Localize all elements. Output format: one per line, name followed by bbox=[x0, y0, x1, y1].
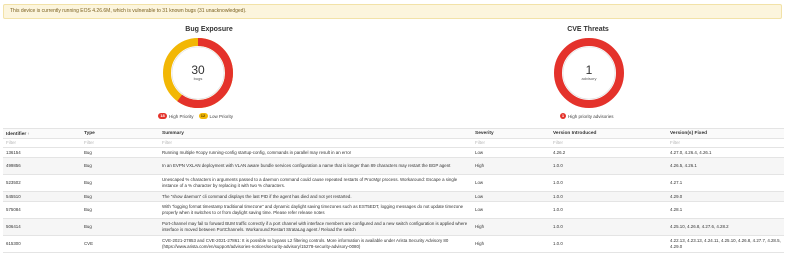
cell-versions-fixed: 4.25.10, 4.26.8, 4.27.6, 4.28.2 bbox=[667, 218, 784, 236]
cell-version-introduced: 1.0.0 bbox=[550, 235, 667, 253]
table-row[interactable]: 506414 Bug Port-channel may fail to forw… bbox=[3, 218, 784, 236]
cell-type: Bug bbox=[81, 147, 159, 158]
column-header-identifier[interactable]: Identifier↑ bbox=[3, 128, 81, 139]
bug-exposure-title: Bug Exposure bbox=[185, 26, 233, 33]
cell-summary: CVE-2021-27853 and CVE-2021-27861: It is… bbox=[159, 235, 472, 253]
cell-version-introduced: 1.0.0 bbox=[550, 201, 667, 219]
cell-summary: Port-channel may fail to forward BUM tra… bbox=[159, 218, 472, 236]
cell-identifier: 575084 bbox=[3, 201, 81, 219]
bug-count-center: 30 bugs bbox=[168, 64, 228, 81]
cell-type: Bug bbox=[81, 218, 159, 236]
cell-type: Bug bbox=[81, 157, 159, 175]
cell-version-introduced: 1.0.0 bbox=[550, 174, 667, 192]
column-header-type[interactable]: Type bbox=[81, 128, 159, 139]
cell-summary: Running multiple #copy running-config st… bbox=[159, 147, 472, 158]
cell-versions-fixed: 4.27.1 bbox=[667, 174, 784, 192]
cell-identifier: 136154 bbox=[3, 147, 81, 158]
cell-severity: High bbox=[472, 218, 550, 236]
cell-identifier: 499856 bbox=[3, 157, 81, 175]
bug-count: 30 bbox=[191, 63, 205, 77]
high-priority-label[interactable]: High Priority bbox=[169, 114, 194, 119]
cell-identifier: 615300 bbox=[3, 235, 81, 253]
cell-identifier: 545510 bbox=[3, 191, 81, 202]
cell-type: Bug bbox=[81, 174, 159, 192]
cell-type: CVE bbox=[81, 235, 159, 253]
cell-summary: The "show daemon" cli command displays t… bbox=[159, 191, 472, 202]
sort-ascending-icon[interactable]: ↑ bbox=[27, 131, 29, 136]
cell-severity: Low bbox=[472, 191, 550, 202]
cell-severity: High bbox=[472, 235, 550, 253]
table-row[interactable]: 575084 Bug With "logging format timestam… bbox=[3, 201, 784, 219]
vulnerability-banner: This device is currently running EOS 4.2… bbox=[3, 4, 782, 19]
cell-summary: With "logging format timestamp tradition… bbox=[159, 201, 472, 219]
table-row[interactable]: 615300 CVE CVE-2021-27853 and CVE-2021-2… bbox=[3, 235, 784, 253]
cell-identifier: 506414 bbox=[3, 218, 81, 236]
cve-high-label[interactable]: High priority advisories bbox=[568, 114, 614, 119]
filter-row: Filter Filter Filter Filter Filter Filte… bbox=[3, 138, 784, 148]
cell-versions-fixed: 4.29.0 bbox=[667, 191, 784, 202]
cell-versions-fixed: 4.22.13, 4.23.13, 4.24.11, 4.25.10, 4.26… bbox=[667, 235, 784, 253]
cve-high-count-badge[interactable]: 1 bbox=[560, 113, 566, 119]
table-row[interactable]: 136154 Bug Running multiple #copy runnin… bbox=[3, 147, 784, 158]
cell-type: Bug bbox=[81, 191, 159, 202]
cell-version-introduced: 4.26.2 bbox=[550, 147, 667, 158]
filter-versions-fixed[interactable]: Filter bbox=[667, 138, 784, 148]
cell-versions-fixed: 4.28.1 bbox=[667, 201, 784, 219]
bug-legend: 18 High Priority 12 Low Priority bbox=[158, 113, 233, 119]
cell-summary: Unescaped % characters in arguments pass… bbox=[159, 174, 472, 192]
cell-version-introduced: 1.0.0 bbox=[550, 191, 667, 202]
high-priority-count-badge[interactable]: 18 bbox=[158, 113, 167, 119]
filter-severity[interactable]: Filter bbox=[472, 138, 550, 148]
filter-identifier[interactable]: Filter bbox=[3, 138, 81, 148]
cell-versions-fixed: 4.27.0, 4.26.4, 4.26.1 bbox=[667, 147, 784, 158]
cve-threats-title: CVE Threats bbox=[567, 26, 609, 33]
banner-text: This device is currently running EOS 4.2… bbox=[10, 8, 247, 14]
table-row[interactable]: 523502 Bug Unescaped % characters in arg… bbox=[3, 174, 784, 192]
cell-type: Bug bbox=[81, 201, 159, 219]
filter-type[interactable]: Filter bbox=[81, 138, 159, 148]
table-row[interactable]: 499856 Bug In an EVPN VXLAN deployment w… bbox=[3, 157, 784, 175]
low-priority-label[interactable]: Low Priority bbox=[210, 114, 234, 119]
cell-version-introduced: 1.0.0 bbox=[550, 157, 667, 175]
cell-severity: Low bbox=[472, 174, 550, 192]
cell-version-introduced: 1.0.0 bbox=[550, 218, 667, 236]
cell-severity: Low bbox=[472, 147, 550, 158]
column-header-severity[interactable]: Severity bbox=[472, 128, 550, 139]
cell-identifier: 523502 bbox=[3, 174, 81, 192]
bug-table: Identifier↑ Type Summary Severity Versio… bbox=[3, 128, 784, 253]
column-header-versions-fixed[interactable]: Version(s) Fixed bbox=[667, 128, 784, 139]
cell-summary: In an EVPN VXLAN deployment with VLAN aw… bbox=[159, 157, 472, 175]
table-row[interactable]: 545510 Bug The "show daemon" cli command… bbox=[3, 191, 784, 202]
column-header-summary[interactable]: Summary bbox=[159, 128, 472, 139]
cve-count-unit: advisory bbox=[581, 76, 597, 81]
cell-versions-fixed: 4.26.5, 4.26.1 bbox=[667, 157, 784, 175]
low-priority-count-badge[interactable]: 12 bbox=[198, 113, 208, 119]
bug-count-unit: bugs bbox=[193, 76, 203, 81]
cell-severity: Low bbox=[472, 201, 550, 219]
cve-legend: 1 High priority advisories bbox=[560, 113, 614, 119]
filter-version-introduced[interactable]: Filter bbox=[550, 138, 667, 148]
cve-count-center: 1 advisory bbox=[559, 64, 619, 81]
cve-count: 1 bbox=[585, 63, 593, 77]
cell-severity: High bbox=[472, 157, 550, 175]
column-header-version-introduced[interactable]: Version Introduced bbox=[550, 128, 667, 139]
table-header-row: Identifier↑ Type Summary Severity Versio… bbox=[3, 128, 784, 139]
filter-summary[interactable]: Filter bbox=[159, 138, 472, 148]
